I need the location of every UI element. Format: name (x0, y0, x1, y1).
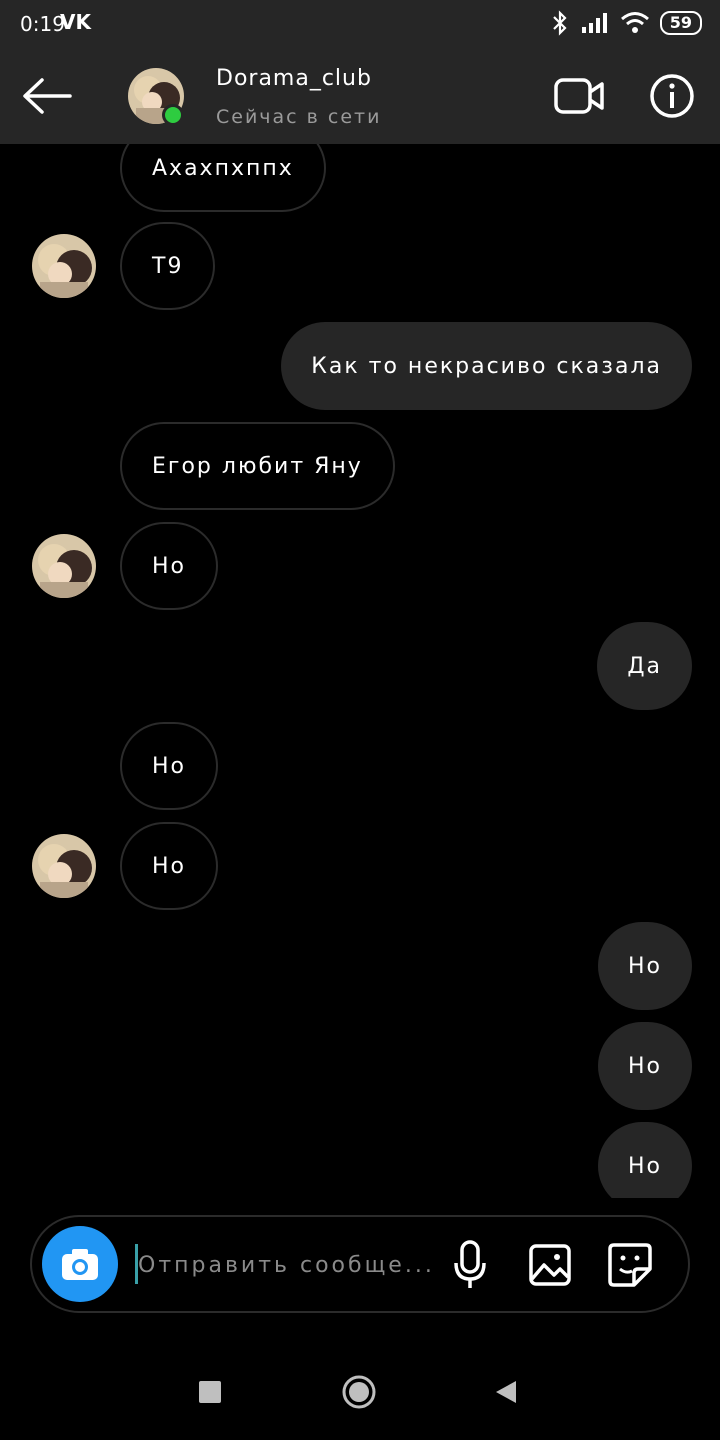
incoming-message[interactable]: Но (120, 822, 219, 910)
info-icon[interactable] (648, 72, 696, 120)
system-nav-bar (0, 1340, 720, 1440)
outgoing-message[interactable]: Но (597, 1122, 692, 1198)
incoming-message[interactable]: Но (120, 522, 219, 610)
sticker-icon[interactable] (606, 1241, 654, 1289)
back-button[interactable] (494, 1379, 518, 1405)
message-input[interactable] (136, 1243, 440, 1287)
battery-icon: 59 (659, 11, 702, 35)
outgoing-message[interactable]: Как то некрасиво сказала (281, 322, 692, 410)
incoming-message[interactable]: Т9 (120, 222, 216, 310)
signal-icon (581, 13, 607, 33)
sender-avatar[interactable] (32, 234, 96, 298)
home-button[interactable] (342, 1375, 376, 1409)
vk-icon: VK (60, 10, 91, 34)
outgoing-message[interactable]: Но (597, 1022, 692, 1110)
message-composer (30, 1215, 690, 1313)
microphone-icon[interactable] (452, 1239, 488, 1291)
message-list[interactable]: Ахахпхппх Т9 Как то некрасиво сказала Егор … (0, 144, 720, 1198)
chat-header: Dorama_club Сейчас в сети (0, 48, 720, 144)
incoming-message[interactable]: Егор любит Яну (120, 422, 395, 510)
status-time: 0:19 (20, 12, 65, 36)
chat-title[interactable]: Dorama_club (216, 66, 372, 91)
gallery-icon[interactable] (528, 1243, 572, 1287)
outgoing-message[interactable]: Да (597, 622, 692, 710)
video-call-icon[interactable] (553, 76, 605, 116)
status-icons: 59 (550, 10, 702, 36)
sender-avatar[interactable] (32, 834, 96, 898)
outgoing-message[interactable]: Но (597, 922, 692, 1010)
camera-icon (62, 1249, 98, 1280)
incoming-message[interactable]: Ахахпхппх (120, 144, 326, 212)
bluetooth-icon (552, 10, 567, 36)
online-status: Сейчас в сети (216, 106, 382, 128)
back-arrow-icon[interactable] (20, 74, 76, 118)
online-indicator (162, 104, 184, 126)
sender-avatar[interactable] (32, 534, 96, 598)
camera-button[interactable] (42, 1226, 118, 1302)
incoming-message[interactable]: Но (120, 722, 219, 810)
recents-button[interactable] (199, 1381, 221, 1403)
wifi-icon (620, 12, 649, 33)
status-bar: 0:19 VK 59 (0, 0, 720, 48)
